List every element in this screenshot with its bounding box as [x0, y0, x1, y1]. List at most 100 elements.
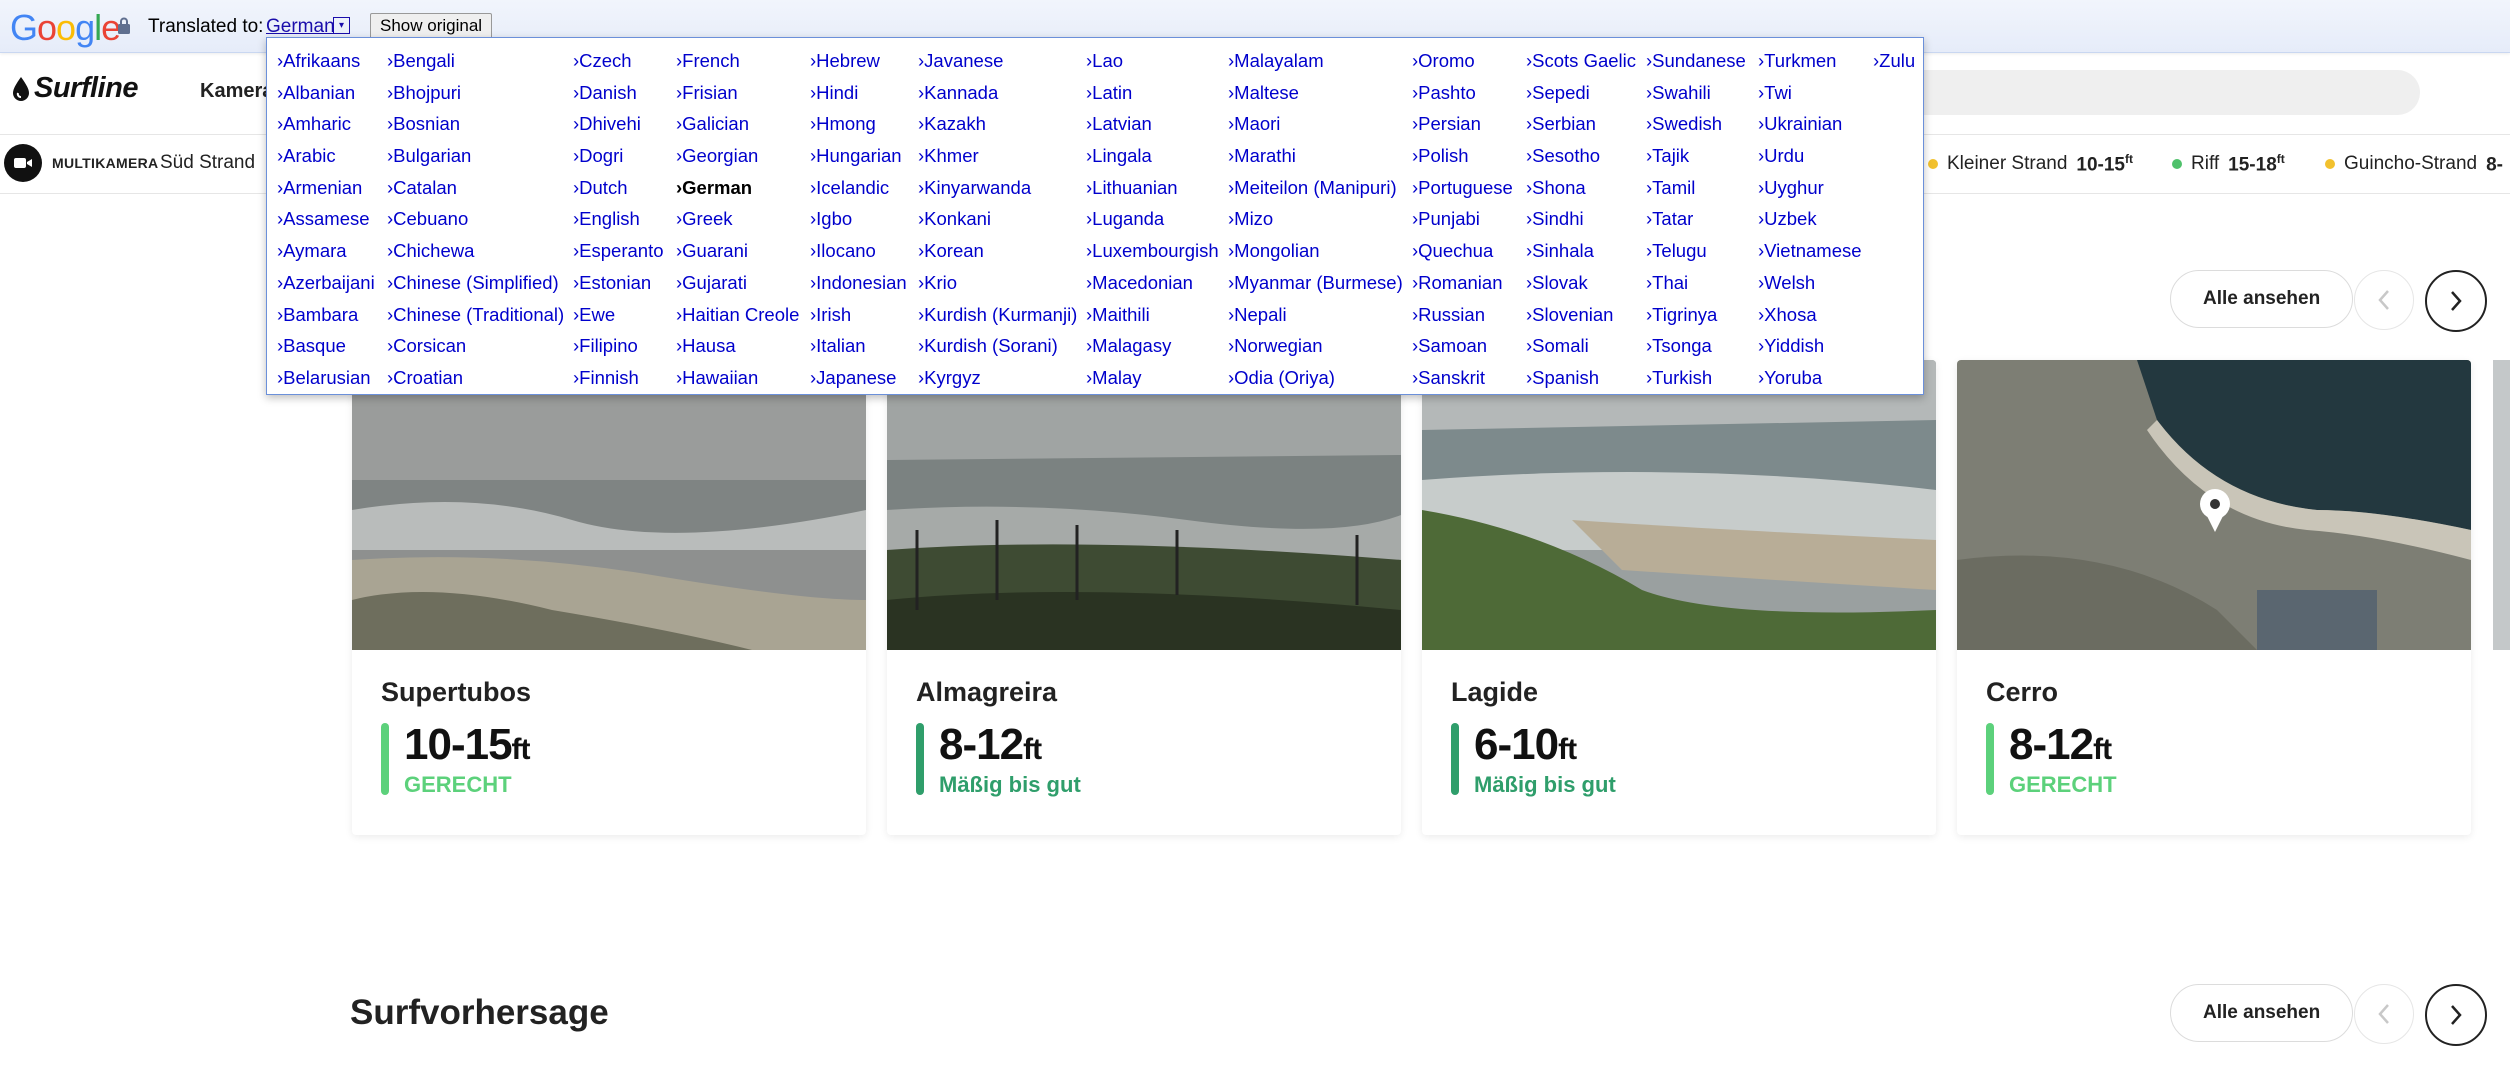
language-option[interactable]: ›Romanian: [1412, 267, 1513, 299]
search-input[interactable]: [1880, 70, 2420, 115]
language-option[interactable]: ›Myanmar (Burmese): [1228, 267, 1403, 299]
language-option[interactable]: ›Maori: [1228, 108, 1403, 140]
language-option[interactable]: ›Basque: [277, 330, 375, 362]
language-option[interactable]: ›French: [676, 45, 799, 77]
language-option[interactable]: ›Bosnian: [387, 108, 564, 140]
language-option[interactable]: ›Swedish: [1646, 108, 1746, 140]
language-option[interactable]: ›Malayalam: [1228, 45, 1403, 77]
language-option[interactable]: ›Bhojpuri: [387, 77, 564, 109]
language-option[interactable]: ›Hebrew: [810, 45, 907, 77]
language-option[interactable]: ›Indonesian: [810, 267, 907, 299]
language-option[interactable]: ›Galician: [676, 108, 799, 140]
language-option[interactable]: ›Kazakh: [918, 108, 1077, 140]
language-option[interactable]: ›Kurdish (Kurmanji): [918, 299, 1077, 331]
cam-card[interactable]: Supertubos 10-15ft GERECHT: [352, 360, 866, 835]
cam-card[interactable]: Lagide 6-10ft Mäßig bis gut: [1422, 360, 1936, 835]
language-option[interactable]: ›Mongolian: [1228, 235, 1403, 267]
language-option[interactable]: ›Sesotho: [1526, 140, 1636, 172]
nav-cameras[interactable]: Kamera: [200, 80, 273, 103]
language-option[interactable]: ›Igbo: [810, 203, 907, 235]
language-option[interactable]: ›Yiddish: [1758, 330, 1862, 362]
language-option[interactable]: ›Dogri: [573, 140, 664, 172]
surfline-logo[interactable]: Surfline: [12, 72, 138, 105]
language-option[interactable]: ›Macedonian: [1086, 267, 1219, 299]
language-option[interactable]: ›Belarusian: [277, 362, 375, 394]
language-option[interactable]: ›Samoan: [1412, 330, 1513, 362]
multicam-spot[interactable]: Süd Strand: [160, 152, 255, 174]
language-option[interactable]: ›Czech: [573, 45, 664, 77]
language-option[interactable]: ›Sundanese: [1646, 45, 1746, 77]
language-option[interactable]: ›Finnish: [573, 362, 664, 394]
see-all-cams-button[interactable]: Alle ansehen: [2170, 270, 2354, 328]
language-option[interactable]: ›Chichewa: [387, 235, 564, 267]
language-option[interactable]: ›Dutch: [573, 172, 664, 204]
language-option[interactable]: ›Norwegian: [1228, 330, 1403, 362]
language-option[interactable]: ›Kyrgyz: [918, 362, 1077, 394]
language-option[interactable]: ›Tsonga: [1646, 330, 1746, 362]
cam-card-partial[interactable]: [2493, 360, 2510, 650]
language-option[interactable]: ›Tajik: [1646, 140, 1746, 172]
language-option[interactable]: ›Icelandic: [810, 172, 907, 204]
language-option[interactable]: ›Somali: [1526, 330, 1636, 362]
language-option[interactable]: ›Portuguese: [1412, 172, 1513, 204]
language-option[interactable]: ›Ukrainian: [1758, 108, 1862, 140]
language-option[interactable]: ›Quechua: [1412, 235, 1513, 267]
language-option[interactable]: ›Zulu: [1873, 45, 1915, 77]
language-option[interactable]: ›Yoruba: [1758, 362, 1862, 394]
language-option[interactable]: ›Nepali: [1228, 299, 1403, 331]
language-option[interactable]: ›Hindi: [810, 77, 907, 109]
language-option[interactable]: ›Chinese (Simplified): [387, 267, 564, 299]
language-option[interactable]: ›Tamil: [1646, 172, 1746, 204]
language-option[interactable]: ›Malay: [1086, 362, 1219, 394]
language-option[interactable]: ›Arabic: [277, 140, 375, 172]
language-option[interactable]: ›Maithili: [1086, 299, 1219, 331]
language-option[interactable]: ›Assamese: [277, 203, 375, 235]
language-option[interactable]: ›Irish: [810, 299, 907, 331]
language-option[interactable]: ›Malagasy: [1086, 330, 1219, 362]
language-option[interactable]: ›Chinese (Traditional): [387, 299, 564, 331]
language-option[interactable]: ›Lingala: [1086, 140, 1219, 172]
language-option[interactable]: ›Catalan: [387, 172, 564, 204]
language-option[interactable]: ›Kannada: [918, 77, 1077, 109]
language-option[interactable]: ›Turkmen: [1758, 45, 1862, 77]
language-option[interactable]: ›Uzbek: [1758, 203, 1862, 235]
language-option[interactable]: ›Lao: [1086, 45, 1219, 77]
next-cams-button[interactable]: [2425, 270, 2487, 332]
language-option[interactable]: ›Filipino: [573, 330, 664, 362]
ticker-spot[interactable]: Guincho-Strand 8-: [2325, 152, 2503, 176]
language-option[interactable]: ›Oromo: [1412, 45, 1513, 77]
target-language-link[interactable]: German: [266, 16, 335, 38]
language-option[interactable]: ›Persian: [1412, 108, 1513, 140]
language-option[interactable]: ›Ewe: [573, 299, 664, 331]
language-option[interactable]: ›Tigrinya: [1646, 299, 1746, 331]
language-option[interactable]: ›Odia (Oriya): [1228, 362, 1403, 394]
language-option[interactable]: ›Sinhala: [1526, 235, 1636, 267]
language-option[interactable]: ›Shona: [1526, 172, 1636, 204]
language-option[interactable]: ›Uyghur: [1758, 172, 1862, 204]
language-option[interactable]: ›Telugu: [1646, 235, 1746, 267]
language-option[interactable]: ›Azerbaijani: [277, 267, 375, 299]
ticker-spot[interactable]: Kleiner Strand 10-15ft: [1928, 152, 2133, 176]
language-option[interactable]: ›Guarani: [676, 235, 799, 267]
language-option[interactable]: ›German: [676, 172, 799, 204]
language-option[interactable]: ›Luxembourgish: [1086, 235, 1219, 267]
language-option[interactable]: ›Thai: [1646, 267, 1746, 299]
language-dropdown-toggle[interactable]: ▾: [333, 17, 350, 34]
language-option[interactable]: ›Kinyarwanda: [918, 172, 1077, 204]
language-option[interactable]: ›Lithuanian: [1086, 172, 1219, 204]
language-option[interactable]: ›Greek: [676, 203, 799, 235]
language-option[interactable]: ›Sepedi: [1526, 77, 1636, 109]
language-option[interactable]: ›Cebuano: [387, 203, 564, 235]
language-option[interactable]: ›Amharic: [277, 108, 375, 140]
language-option[interactable]: ›Slovenian: [1526, 299, 1636, 331]
language-option[interactable]: ›Konkani: [918, 203, 1077, 235]
language-option[interactable]: ›Krio: [918, 267, 1077, 299]
language-option[interactable]: ›Sanskrit: [1412, 362, 1513, 394]
language-option[interactable]: ›Russian: [1412, 299, 1513, 331]
see-all-forecast-button[interactable]: Alle ansehen: [2170, 984, 2354, 1042]
language-option[interactable]: ›Serbian: [1526, 108, 1636, 140]
language-option[interactable]: ›Korean: [918, 235, 1077, 267]
language-option[interactable]: ›Xhosa: [1758, 299, 1862, 331]
next-forecast-button[interactable]: [2425, 984, 2487, 1046]
multicam-icon[interactable]: [4, 144, 42, 182]
